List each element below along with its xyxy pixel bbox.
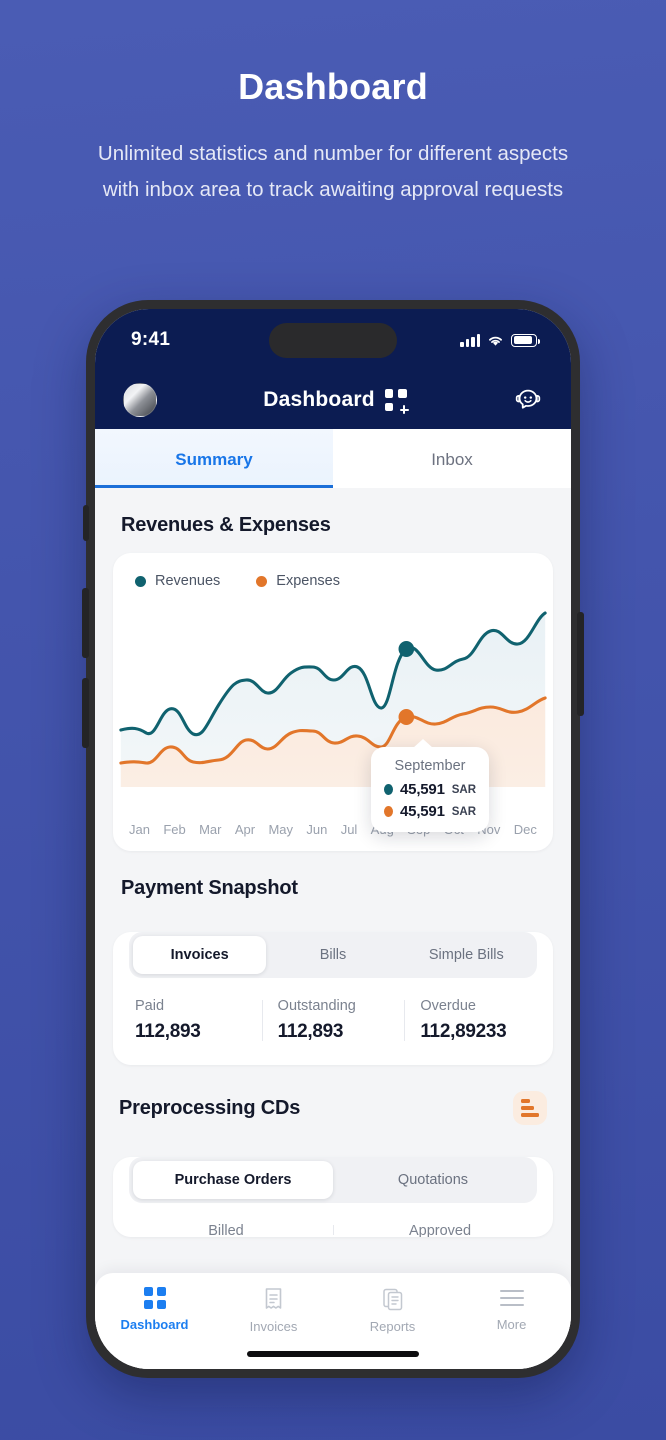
chart-point-expenses[interactable] [398, 709, 415, 725]
tooltip-month: September [394, 758, 466, 774]
preprocessing-title: Preprocessing CDs [119, 1096, 301, 1119]
status-icons [460, 333, 540, 347]
status-bar: 9:41 [95, 309, 571, 371]
legend-dot-revenues [135, 575, 146, 587]
promo-subtitle: Unlimited statistics and number for diff… [97, 142, 569, 201]
tab-inbox[interactable]: Inbox [333, 429, 571, 488]
bottom-tab-label: More [496, 1317, 527, 1332]
navbar-title-group: Dashboard [263, 388, 409, 414]
bar-chart-icon[interactable] [513, 1091, 547, 1125]
promo-header: Dashboard Unlimited statistics and numbe… [0, 0, 666, 208]
x-tick: Apr [234, 822, 256, 837]
preprocessing-segmented-control: Purchase Orders Quotations [129, 1157, 537, 1203]
x-tick: Jan [129, 822, 150, 837]
volume-up-button[interactable] [82, 588, 89, 658]
bottom-tab-label: Reports [369, 1319, 416, 1334]
phone-mockup: 9:41 Dashboard Summary Inbox Revenues & … [82, 300, 584, 1378]
bottom-tab-invoices[interactable]: Invoices [214, 1287, 333, 1334]
dynamic-island [269, 323, 397, 358]
x-tick: Jun [306, 822, 328, 837]
preprocessing-header: Preprocessing CDs [95, 1065, 571, 1141]
segment-bills[interactable]: Bills [266, 936, 399, 974]
screen-tabs: Summary Inbox [95, 429, 571, 488]
receipt-icon [265, 1288, 282, 1309]
dashboard-scroll-area[interactable]: Revenues & Expenses Revenues Expenses Se… [95, 488, 571, 1369]
legend-label-revenues: Revenues [155, 573, 221, 589]
stat-approved: Approved [333, 1223, 547, 1237]
payment-snapshot-card: Invoices Bills Simple Bills Paid 112,893… [113, 932, 553, 1065]
tooltip-currency-expenses: SAR [451, 805, 476, 818]
legend-label-expenses: Expenses [276, 573, 340, 589]
power-button[interactable] [577, 612, 584, 716]
stat-outstanding: Outstanding 112,893 [261, 998, 405, 1043]
x-tick: Mar [199, 822, 222, 837]
grid-plus-icon[interactable] [384, 389, 409, 414]
stat-label: Outstanding [277, 998, 356, 1014]
legend-dot-expenses [256, 575, 268, 587]
legend-item-expenses[interactable]: Expenses [256, 573, 340, 589]
tooltip-row-expenses: 45,591 SAR [384, 803, 476, 820]
bottom-tab-reports[interactable]: Reports [333, 1287, 452, 1334]
documents-icon [382, 1288, 402, 1311]
tooltip-value-revenues: 45,591 [400, 781, 445, 798]
tooltip-currency-revenues: SAR [451, 783, 476, 796]
silent-switch[interactable] [83, 505, 89, 541]
status-clock: 9:41 [131, 329, 171, 350]
x-tick: May [268, 822, 293, 837]
bottom-tab-label: Invoices [249, 1319, 298, 1334]
chart-point-revenues[interactable] [398, 641, 415, 657]
stat-label: Paid [135, 998, 165, 1014]
stat-paid: Paid 112,893 [119, 998, 262, 1043]
bottom-tab-more[interactable]: More [452, 1287, 571, 1332]
stat-label: Overdue [420, 998, 476, 1014]
phone-screen: 9:41 Dashboard Summary Inbox Revenues & … [95, 309, 571, 1369]
tooltip-value-expenses: 45,591 [400, 803, 445, 820]
bottom-tab-dashboard[interactable]: Dashboard [95, 1287, 214, 1332]
stat-billed: Billed [119, 1223, 333, 1237]
stat-value: 112,893 [135, 1021, 201, 1042]
tooltip-dot-expenses [384, 806, 394, 817]
preprocessing-stats-row: Billed Approved [113, 1203, 553, 1237]
volume-down-button[interactable] [82, 678, 89, 748]
payment-segmented-control: Invoices Bills Simple Bills [129, 932, 537, 978]
grid-icon [143, 1287, 166, 1309]
app-navbar: Dashboard [95, 371, 571, 429]
home-indicator [247, 1351, 419, 1357]
hamburger-icon [499, 1287, 524, 1309]
revenues-expenses-card: Revenues Expenses September 45,591 SAR 4… [113, 553, 553, 851]
battery-icon [511, 333, 540, 347]
stat-value: 112,89233 [420, 1021, 507, 1042]
revenues-expenses-title: Revenues & Expenses [121, 514, 331, 536]
legend-item-revenues[interactable]: Revenues [135, 573, 220, 589]
tooltip-dot-revenues [384, 784, 394, 795]
revenues-expenses-chart[interactable]: September 45,591 SAR 45,591 SAR [113, 597, 553, 832]
stat-overdue: Overdue 112,89233 [404, 998, 547, 1043]
chart-legend: Revenues Expenses [113, 569, 553, 589]
payment-snapshot-title: Payment Snapshot [121, 877, 298, 899]
segment-quotations[interactable]: Quotations [333, 1161, 533, 1199]
segment-simple-bills[interactable]: Simple Bills [400, 936, 533, 974]
payment-stats-row: Paid 112,893 Outstanding 112,893 Overdue… [113, 978, 553, 1065]
x-tick: Jul [340, 822, 358, 837]
segment-invoices[interactable]: Invoices [133, 936, 267, 974]
page-title: Dashboard [263, 388, 375, 411]
support-chat-icon[interactable] [513, 385, 543, 415]
preprocessing-card: Purchase Orders Quotations Billed Approv… [113, 1157, 553, 1237]
bottom-tab-label: Dashboard [120, 1317, 189, 1332]
promo-title: Dashboard [238, 66, 428, 107]
chart-tooltip: September 45,591 SAR 45,591 SAR [371, 739, 489, 832]
stat-label: Approved [408, 1223, 472, 1237]
stat-label: Billed [208, 1223, 244, 1237]
x-tick: Feb [163, 822, 186, 837]
tab-summary[interactable]: Summary [95, 429, 333, 488]
stat-value: 112,893 [277, 1021, 344, 1042]
user-avatar[interactable] [123, 383, 157, 417]
wifi-icon [489, 336, 502, 346]
signal-bars-icon [460, 333, 480, 347]
x-tick: Dec [513, 822, 537, 837]
tooltip-row-revenues: 45,591 SAR [384, 781, 476, 798]
segment-purchase-orders[interactable]: Purchase Orders [133, 1161, 333, 1199]
